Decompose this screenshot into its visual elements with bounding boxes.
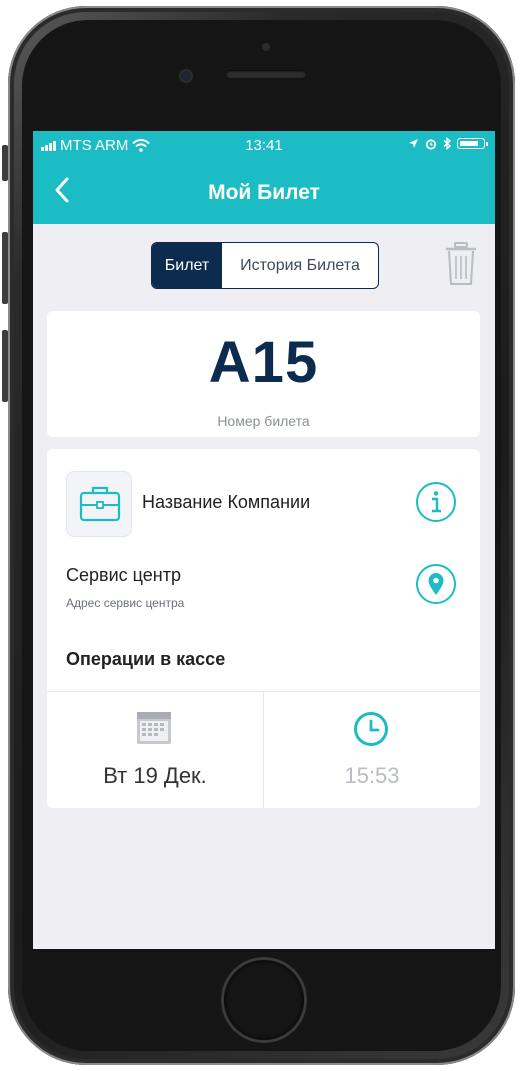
tab-ticket[interactable]: Билет	[152, 243, 222, 288]
tab-ticket-history[interactable]: История Билета	[222, 243, 378, 288]
page-title: Мой Билет	[208, 181, 320, 204]
ticket-number-label: Номер билета	[217, 413, 310, 429]
proximity-sensor	[262, 43, 270, 51]
bluetooth-icon	[443, 137, 451, 150]
home-button[interactable]	[224, 960, 304, 1040]
side-button-volume-down	[2, 330, 8, 402]
service-center-title: Сервис центр	[66, 565, 181, 585]
ticket-number: A15	[208, 330, 319, 395]
location-arrow-icon	[409, 139, 418, 148]
clock-icon	[354, 712, 388, 746]
location-pin-icon[interactable]	[415, 563, 457, 605]
ticket-details-card: Название Компании Сервис центр Адрес сер…	[47, 449, 480, 808]
side-button-mute	[2, 145, 8, 181]
navigation-bar: Мой Билет	[33, 161, 495, 224]
company-name: Название Компании	[142, 492, 311, 512]
ticket-tabs: Билет История Билета	[151, 242, 379, 289]
service-center-address: Адрес сервис центра	[66, 596, 185, 610]
status-right	[408, 137, 488, 150]
front-camera	[181, 71, 191, 81]
trash-icon[interactable]	[443, 241, 479, 287]
info-icon[interactable]	[415, 481, 457, 523]
appointment-date: Вт 19 Дек.	[103, 763, 207, 788]
appointment-time: 15:53	[344, 763, 400, 788]
status-bar: MTS ARM 13:41	[33, 131, 495, 161]
app-screen: MTS ARM 13:41 Мой Билет Билет История Би…	[33, 131, 495, 949]
alarm-icon	[425, 138, 437, 150]
side-button-volume-up	[2, 232, 8, 304]
company-logo	[66, 471, 132, 537]
calendar-icon	[137, 712, 171, 744]
briefcase-icon	[79, 486, 121, 522]
operations-label: Операции в кассе	[66, 649, 226, 669]
battery-icon	[457, 138, 488, 149]
divider-vertical	[263, 692, 264, 808]
ticket-number-card: A15 Номер билета	[47, 311, 480, 437]
earpiece-speaker	[226, 70, 306, 78]
